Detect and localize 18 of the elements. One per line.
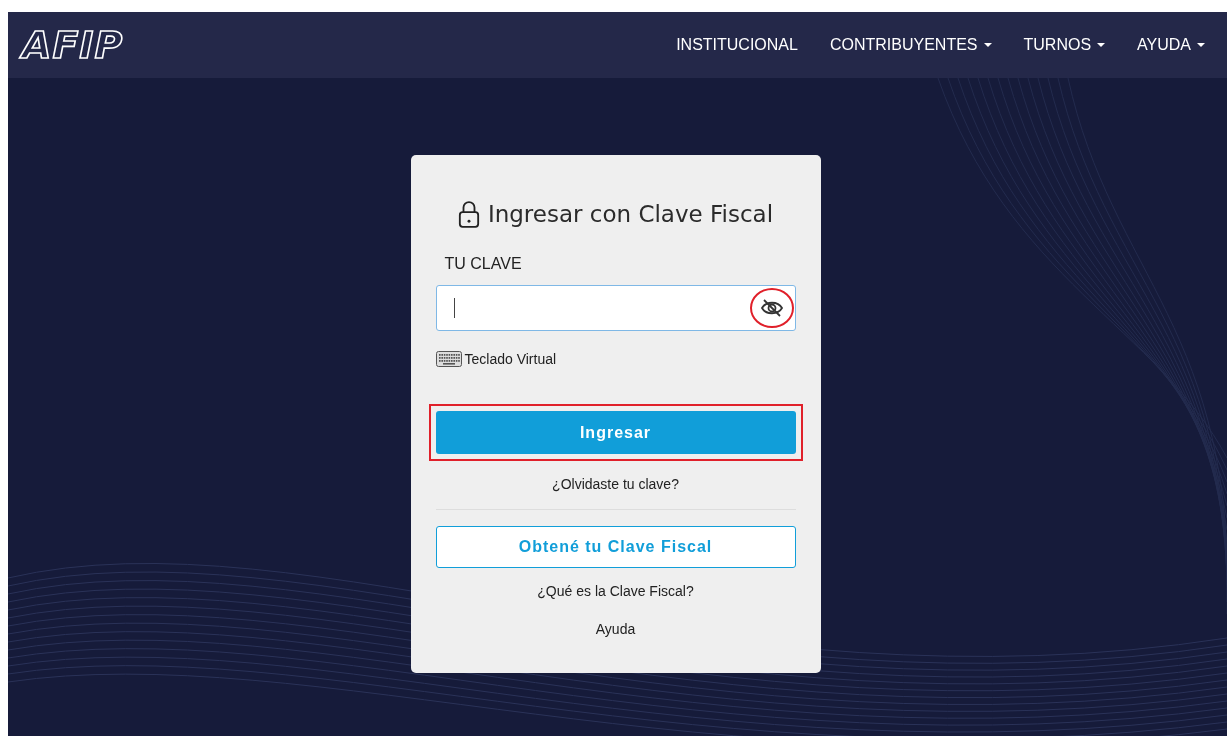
forgot-password-link[interactable]: ¿Olvidaste tu clave?	[552, 476, 679, 492]
help-link[interactable]: Ayuda	[595, 621, 636, 637]
lock-icon	[457, 199, 480, 229]
virtual-keyboard-link[interactable]: Teclado Virtual	[435, 351, 557, 367]
login-title: Ingresar con Clave Fiscal	[487, 201, 774, 227]
menu-item[interactable]: TURNOS	[1023, 36, 1106, 54]
caret-icon	[1097, 43, 1106, 47]
info-link[interactable]: ¿Qué es la Clave Fiscal?	[537, 583, 694, 599]
hide-password-button[interactable]	[749, 288, 794, 328]
menu-item[interactable]: AYUDA	[1137, 36, 1205, 54]
menu-item[interactable]: CONTRIBUYENTES	[829, 36, 992, 54]
text-cursor	[453, 298, 455, 318]
keyboard-icon	[435, 351, 462, 367]
field-label: TU CLAVE	[444, 255, 522, 273]
caret-icon	[1197, 43, 1205, 47]
password-field[interactable]	[435, 285, 796, 331]
menu-item[interactable]: INSTITUCIONAL	[676, 36, 798, 54]
caret-icon	[983, 43, 992, 47]
